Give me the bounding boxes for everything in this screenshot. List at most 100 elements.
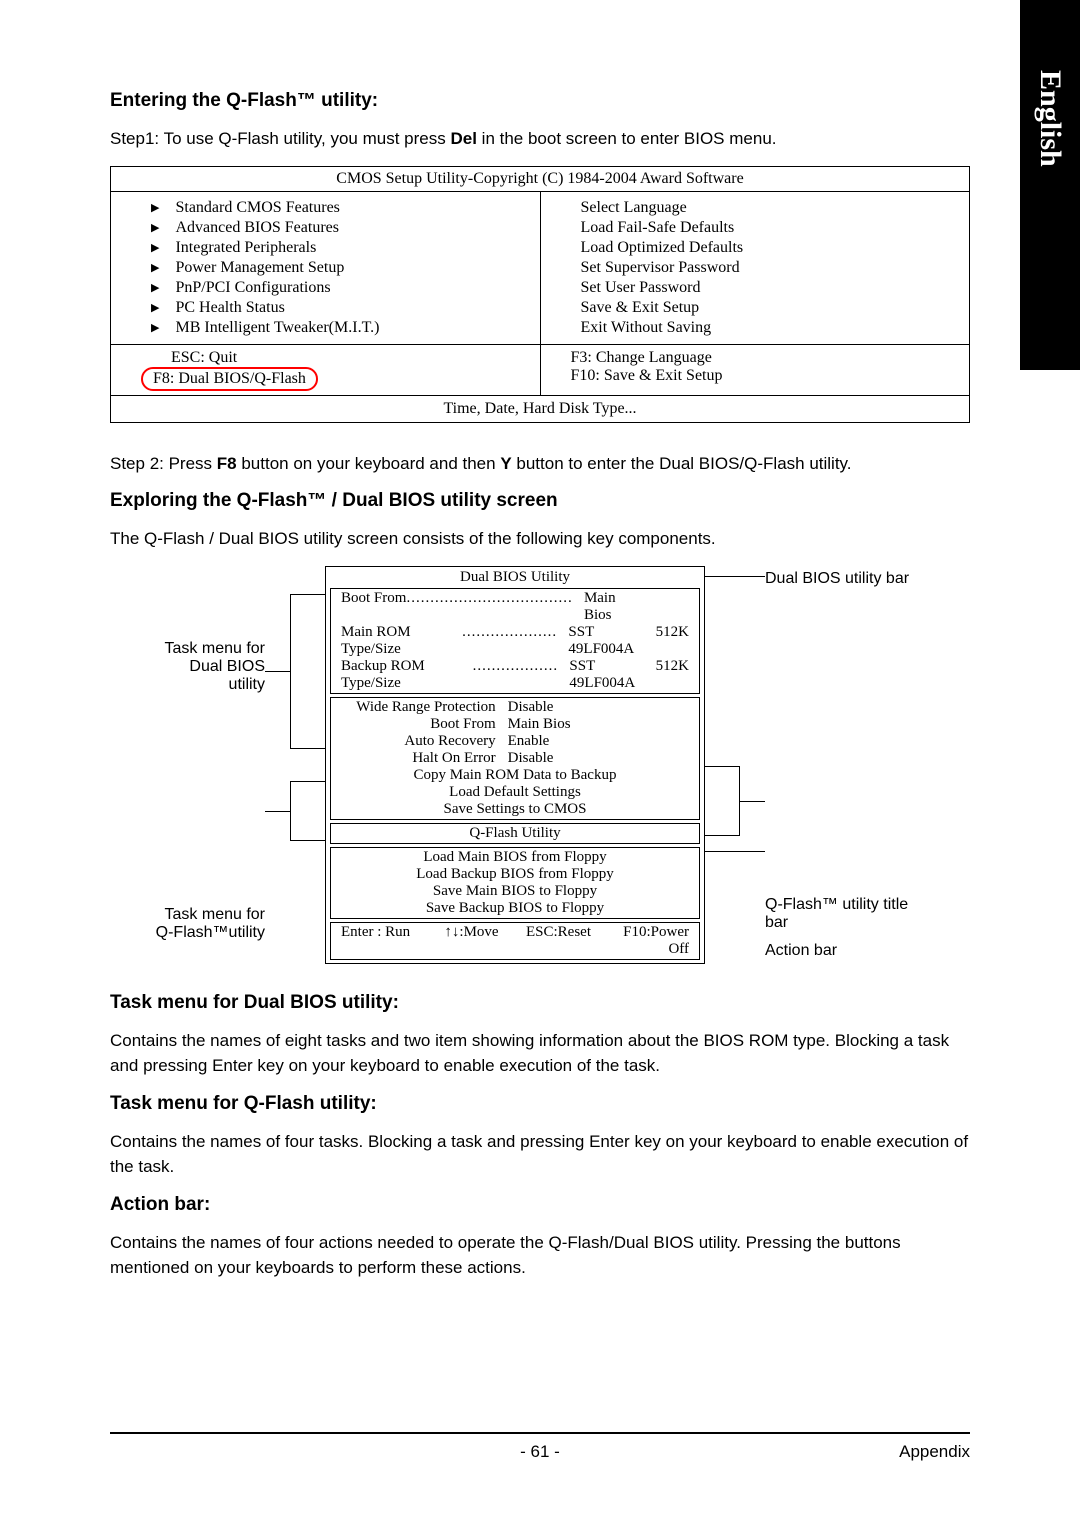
esc-quit: ESC: Quit (171, 349, 540, 367)
menu-label: Set User Password (581, 279, 701, 297)
menu-label: Standard CMOS Features (175, 199, 339, 217)
triangle-icon: ▶ (151, 321, 159, 334)
ut-dots: .................... (462, 624, 557, 658)
step1-text: Step1: To use Q-Flash utility, you must … (110, 126, 970, 152)
connector-right (705, 566, 765, 964)
cmos-setup-box: CMOS Setup Utility-Copyright (C) 1984-20… (110, 166, 970, 423)
step1-pre: Step1: To use Q-Flash utility, you must … (110, 129, 450, 148)
menu-label: Load Fail-Safe Defaults (581, 219, 735, 237)
label-qflash-title-1: Q-Flash™ utility title (765, 896, 970, 914)
mid-value: Main Bios (508, 716, 699, 733)
step2-pre: Step 2: Press (110, 454, 217, 473)
heading-exploring: Exploring the Q-Flash™ / Dual BIOS utili… (110, 490, 970, 512)
mid-row[interactable]: Boot FromMain Bios (331, 716, 699, 733)
util-top-row: Main ROM Type/Size.................... S… (341, 624, 689, 658)
menu-label: Select Language (581, 199, 687, 217)
step2-mid: button on your keyboard and then (237, 454, 501, 473)
mid-label: Auto Recovery (331, 733, 508, 750)
label-task-dual-1: Task menu for (165, 640, 265, 658)
menu-label: Load Optimized Defaults (581, 239, 744, 257)
menu-label: Exit Without Saving (581, 319, 712, 337)
heading-task-qflash: Task menu for Q-Flash utility: (110, 1093, 970, 1115)
heading-action-bar: Action bar: (110, 1194, 970, 1216)
cmos-footer: ESC: Quit F8: Dual BIOS/Q-Flash F3: Chan… (111, 345, 969, 396)
step2-key1: F8 (217, 454, 237, 473)
label-dual-bios-bar: Dual BIOS utility bar (765, 570, 970, 588)
mid-center-item[interactable]: Save Settings to CMOS (331, 801, 699, 818)
page-number: - 61 - (520, 1442, 560, 1462)
mid-value: Enable (508, 733, 699, 750)
label-task-dual-2: Dual BIOS (165, 658, 265, 676)
page-content: Entering the Q-Flash™ utility: Step1: To… (0, 0, 1080, 1281)
menu-item[interactable]: ▶ Standard CMOS Features (151, 198, 540, 218)
action-enter: Enter : Run (341, 924, 428, 958)
mid-row[interactable]: Auto RecoveryEnable (331, 733, 699, 750)
cmos-foot-left: ESC: Quit F8: Dual BIOS/Q-Flash (111, 345, 541, 395)
dual-bios-utility-box: Dual BIOS Utility Boot From.............… (325, 566, 705, 964)
cmos-title: CMOS Setup Utility-Copyright (C) 1984-20… (111, 167, 969, 192)
util-mid: Wide Range ProtectionDisable Boot FromMa… (330, 697, 700, 820)
exploring-sub: The Q-Flash / Dual BIOS utility screen c… (110, 526, 970, 552)
menu-item[interactable]: Load Optimized Defaults (581, 238, 970, 258)
ut-val: SST 49LF004A (569, 658, 635, 692)
f8-highlight: F8: Dual BIOS/Q-Flash (141, 367, 318, 391)
menu-item[interactable]: ▶ MB Intelligent Tweaker(M.I.T.) (151, 318, 540, 338)
menu-item[interactable]: Set User Password (581, 278, 970, 298)
cmos-body: ▶ Standard CMOS Features ▶Advanced BIOS F… (111, 192, 969, 345)
menu-item[interactable]: ▶PnP/PCI Configurations (151, 278, 540, 298)
menu-item[interactable]: Select Language (581, 198, 970, 218)
util-top: Boot From...............................… (330, 588, 700, 694)
qflash-task[interactable]: Save Backup BIOS to Floppy (331, 900, 699, 917)
qflash-task[interactable]: Load Main BIOS from Floppy (331, 849, 699, 866)
heading-entering: Entering the Q-Flash™ utility: (110, 90, 970, 112)
ut-size (629, 590, 689, 624)
labels-right: Dual BIOS utility bar Q-Flash™ utility t… (765, 566, 970, 964)
action-bar: Enter : Run ↑↓:Move ESC:Reset F10:Power … (330, 922, 700, 960)
mid-label: Wide Range Protection (331, 699, 508, 716)
action-esc: ESC:Reset (515, 924, 602, 958)
mid-row[interactable]: Halt On ErrorDisable (331, 750, 699, 767)
label-action-bar: Action bar (765, 942, 970, 960)
ut-dots: .................. (473, 658, 559, 692)
para-task-dual: Contains the names of eight tasks and tw… (110, 1028, 970, 1079)
util-title: Dual BIOS Utility (326, 567, 704, 588)
triangle-icon: ▶ (151, 201, 159, 214)
step2-key2: Y (500, 454, 511, 473)
qflash-task[interactable]: Load Backup BIOS from Floppy (331, 866, 699, 883)
cmos-foot-right: F3: Change Language F10: Save & Exit Set… (541, 345, 970, 395)
step1-post: in the boot screen to enter BIOS menu. (477, 129, 777, 148)
menu-item[interactable]: ▶Advanced BIOS Features (151, 218, 540, 238)
step2-text: Step 2: Press F8 button on your keyboard… (110, 451, 970, 477)
mid-row[interactable]: Wide Range ProtectionDisable (331, 699, 699, 716)
f10-label: F10: Save & Exit Setup (571, 367, 970, 385)
labels-left: Task menu for Dual BIOS utility Task men… (110, 566, 265, 964)
menu-label: MB Intelligent Tweaker(M.I.T.) (175, 319, 379, 337)
ut-val: Main Bios (584, 590, 629, 624)
triangle-icon: ▶ (151, 241, 159, 254)
step1-key: Del (450, 129, 476, 148)
menu-item[interactable]: Save & Exit Setup (581, 298, 970, 318)
section-name: Appendix (899, 1442, 970, 1462)
menu-item[interactable]: Load Fail-Safe Defaults (581, 218, 970, 238)
language-side-tab: English (1020, 0, 1080, 370)
qflash-task[interactable]: Save Main BIOS to Floppy (331, 883, 699, 900)
connector-left (265, 566, 325, 964)
diagram: Task menu for Dual BIOS utility Task men… (110, 566, 970, 964)
menu-label: Integrated Peripherals (175, 239, 316, 257)
ut-val: SST 49LF004A (568, 624, 634, 658)
mid-center-item[interactable]: Load Default Settings (331, 784, 699, 801)
util-top-row: Backup ROM Type/Size.................. S… (341, 658, 689, 692)
menu-item[interactable]: ▶Power Management Setup (151, 258, 540, 278)
action-move: ↑↓:Move (428, 924, 515, 958)
menu-item[interactable]: Exit Without Saving (581, 318, 970, 338)
triangle-icon: ▶ (151, 261, 159, 274)
menu-label: PnP/PCI Configurations (175, 279, 330, 297)
menu-item[interactable]: ▶ Integrated Peripherals (151, 238, 540, 258)
menu-item[interactable]: Set Supervisor Password (581, 258, 970, 278)
mid-value: Disable (508, 750, 699, 767)
mid-center-item[interactable]: Copy Main ROM Data to Backup (331, 767, 699, 784)
menu-item[interactable]: ▶PC Health Status (151, 298, 540, 318)
cmos-right-col: Select Language Load Fail-Safe Defaults … (541, 192, 970, 344)
menu-label: PC Health Status (175, 299, 284, 317)
label-task-qflash-1: Task menu for (156, 906, 265, 924)
